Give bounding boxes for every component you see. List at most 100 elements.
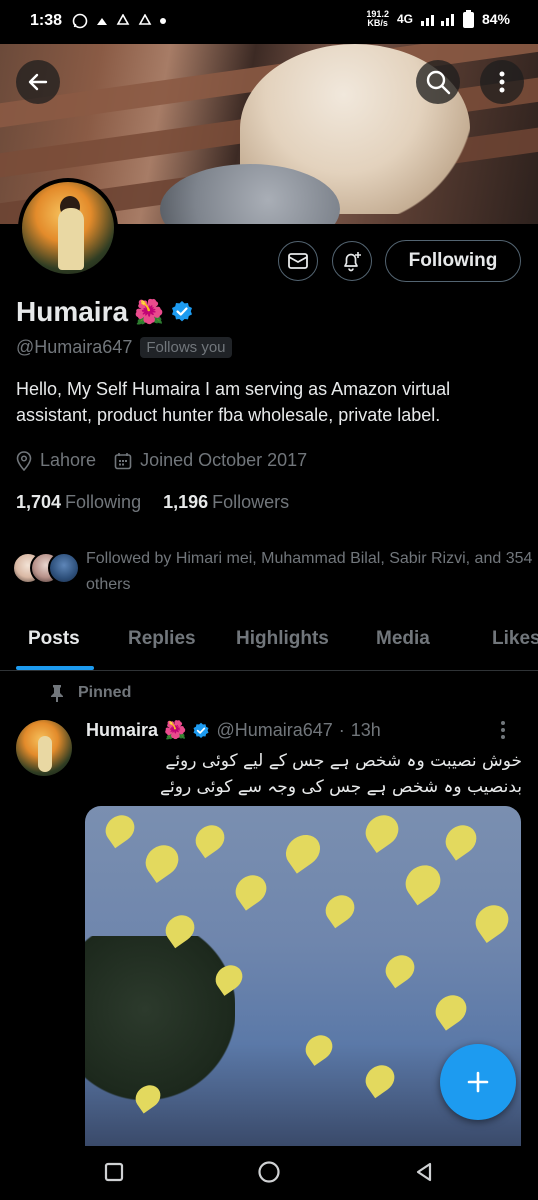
network-type: 4G	[396, 12, 413, 26]
post-author-name[interactable]: Humaira	[86, 720, 158, 741]
image-leaf	[469, 898, 515, 944]
notifications-button[interactable]	[332, 241, 372, 281]
home-button[interactable]	[257, 1160, 281, 1184]
status-left: 1:38	[30, 12, 167, 30]
search-button[interactable]	[416, 60, 460, 104]
profile-stats: 1,704 Following 1,196 Followers	[16, 492, 289, 513]
following-count: 1,704	[16, 492, 62, 512]
avatar-image	[22, 182, 114, 274]
following-button[interactable]: Following	[385, 240, 521, 282]
image-leaf	[279, 828, 327, 874]
post-author-emoji: 🌺	[164, 720, 187, 740]
verified-badge-icon[interactable]	[170, 300, 194, 324]
post-text-line: بدنصیب وہ شخص ہے جس کی وجہ سے کوئی روئے	[160, 777, 522, 797]
tab-posts[interactable]: Posts	[28, 628, 80, 650]
mail-icon	[288, 253, 308, 269]
mutual-avatar	[48, 552, 80, 584]
image-leaf	[439, 819, 483, 861]
name-emoji: 🌺	[134, 298, 164, 326]
image-leaf	[190, 819, 230, 859]
message-button[interactable]	[278, 241, 318, 281]
followed-by-text: Followed by Himari mei, Muhammad Bilal, …	[86, 550, 533, 593]
mutual-avatars	[12, 552, 80, 588]
followers-count: 1,196	[163, 492, 209, 512]
followed-by-row[interactable]: Followed by Himari mei, Muhammad Bilal, …	[12, 546, 536, 598]
post-author-handle[interactable]: @Humaira647	[216, 720, 332, 741]
recycle-icon	[116, 14, 130, 25]
following-label: Following	[65, 492, 142, 512]
tab-likes[interactable]: Likes	[492, 628, 538, 650]
followers-stat[interactable]: 1,196 Followers	[163, 492, 289, 513]
net-speed-unit: KB/s	[367, 18, 388, 28]
post-more-button[interactable]	[500, 720, 506, 745]
system-nav-bar	[0, 1146, 538, 1200]
dot-icon	[160, 18, 167, 24]
search-icon	[426, 70, 451, 95]
recycle-icon-2	[138, 14, 152, 25]
nav-recent-icon	[104, 1162, 124, 1182]
verified-badge-icon	[193, 722, 209, 738]
location-item: Lahore	[16, 450, 96, 471]
calendar-icon	[114, 452, 132, 469]
tab-highlights[interactable]: Highlights	[236, 628, 329, 650]
image-leaf	[399, 858, 447, 906]
image-leaf	[380, 949, 420, 989]
follows-you-badge: Follows you	[140, 337, 232, 358]
followers-label: Followers	[212, 492, 290, 512]
image-tree	[85, 936, 235, 1146]
profile-handle: @Humaira647	[16, 337, 133, 357]
joined-text: Joined October 2017	[140, 450, 308, 470]
image-leaf	[360, 1059, 400, 1099]
joined-item: Joined October 2017	[114, 450, 307, 471]
image-leaf	[100, 809, 140, 849]
nav-home-icon	[258, 1161, 280, 1183]
image-leaf	[139, 838, 185, 884]
post-text-line: خوش نصیبت وہ شخص ہے جس کے لیے کوئی روئے	[165, 751, 522, 771]
post-avatar-figure	[38, 736, 52, 772]
pinned-label: Pinned	[78, 684, 132, 701]
image-leaf	[320, 889, 360, 929]
net-speed: 191.2 KB/s	[366, 10, 389, 28]
whatsapp-icon	[72, 13, 88, 29]
more-vertical-icon	[501, 721, 505, 739]
location-text: Lahore	[40, 450, 97, 470]
tab-replies[interactable]: Replies	[128, 628, 196, 650]
following-stat[interactable]: 1,704 Following	[16, 492, 141, 513]
tab-media[interactable]: Media	[376, 628, 430, 650]
location-pin-icon	[16, 450, 32, 471]
plus-icon	[467, 1071, 489, 1093]
battery-level: 84%	[481, 11, 510, 27]
status-right: 191.2 KB/s 4G 84%	[366, 10, 510, 28]
status-time: 1:38	[30, 12, 63, 29]
battery-icon	[462, 10, 474, 28]
pin-icon	[51, 685, 63, 702]
avatar-figure-body	[58, 208, 84, 270]
image-leaf	[429, 989, 473, 1031]
signal-icon	[420, 14, 454, 26]
active-tab-indicator	[16, 666, 94, 670]
profile-meta: Lahore Joined October 2017	[16, 450, 307, 471]
profile-name-row: Humaira 🌺	[16, 296, 194, 328]
post-author-avatar[interactable]	[16, 720, 72, 776]
upload-icon	[97, 18, 108, 25]
notification-icons	[72, 13, 167, 29]
post-time: 13h	[350, 720, 381, 740]
compose-post-button[interactable]	[440, 1044, 516, 1120]
nav-back-icon	[416, 1162, 432, 1182]
back-nav-button[interactable]	[412, 1160, 436, 1184]
post-header: Humaira 🌺 @Humaira647 · 13h	[86, 720, 381, 741]
image-leaf	[300, 1030, 338, 1066]
profile-name: Humaira	[16, 296, 129, 327]
status-bar: 1:38 191.2 KB/s 4G 84%	[0, 0, 538, 44]
recent-apps-button[interactable]	[102, 1160, 126, 1184]
back-button[interactable]	[16, 60, 60, 104]
post-separator: ·	[338, 720, 345, 740]
image-leaf	[229, 869, 273, 911]
more-options-button[interactable]	[480, 60, 524, 104]
more-vertical-icon	[499, 71, 505, 93]
bell-plus-icon	[344, 252, 361, 272]
post-text: خوش نصیبت وہ شخص ہے جس کے لیے کوئی روئے …	[86, 748, 522, 800]
profile-tabs: Posts Replies Highlights Media Likes	[0, 616, 538, 671]
pinned-label-row: Pinned	[50, 684, 131, 702]
profile-avatar[interactable]	[18, 178, 118, 278]
